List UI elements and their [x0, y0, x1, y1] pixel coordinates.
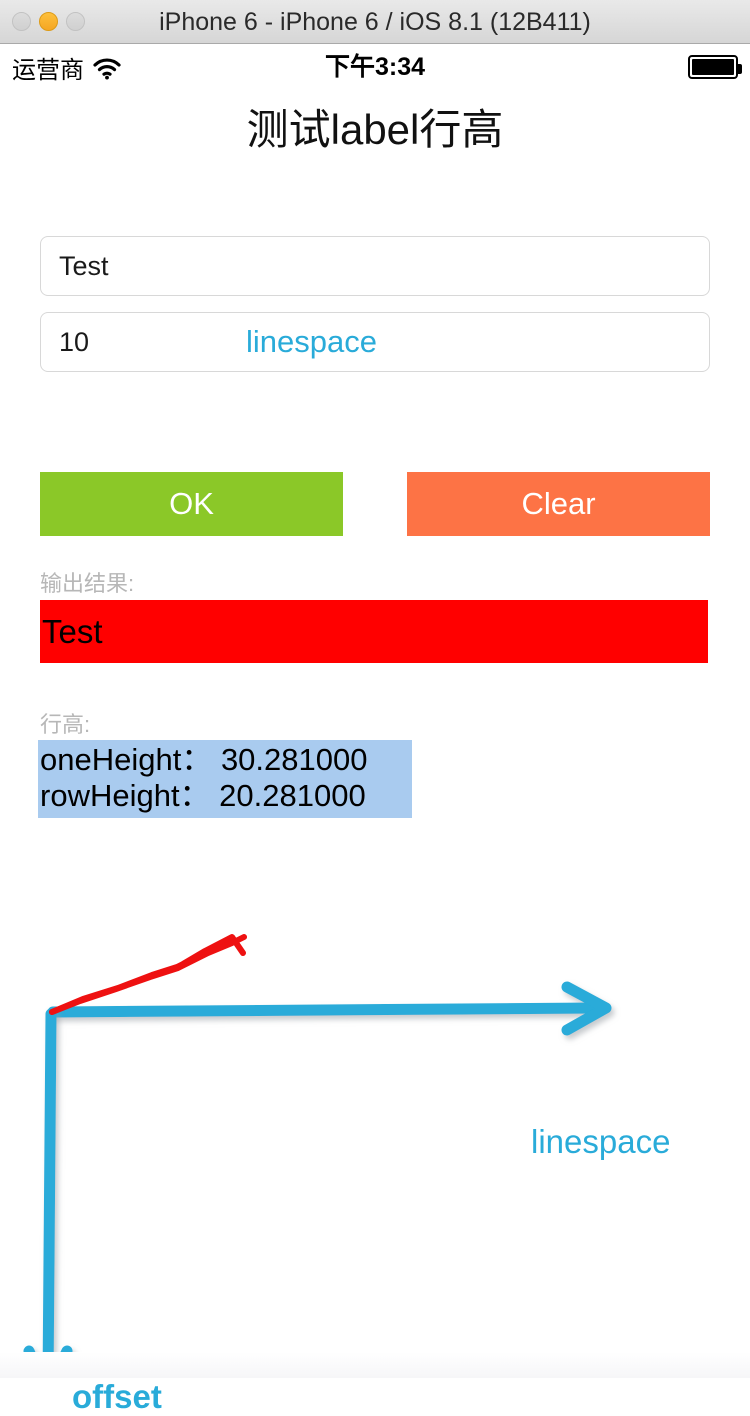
offset-arrow-label: offset	[72, 1378, 162, 1415]
battery-cap	[738, 64, 742, 74]
output-result-box: Test	[40, 600, 708, 663]
minimize-button[interactable]	[39, 12, 58, 31]
battery-fill	[692, 59, 734, 75]
window-titlebar: iPhone 6 - iPhone 6 / iOS 8.1 (12B411)	[0, 0, 750, 44]
linespace-field-label: linespace	[246, 324, 377, 359]
output-result-text: Test	[42, 612, 103, 650]
offset-arrow-icon	[23, 1008, 73, 1378]
page-bottom-fade	[0, 1352, 750, 1378]
app-content: 测试label行高 Test 10 linespace OK Clear 输出结…	[0, 90, 750, 1415]
status-bar-time: 下午3:34	[324, 53, 426, 81]
line-height-row: oneHeight： 30.281000	[40, 742, 368, 777]
output-caption: 输出结果:	[40, 571, 135, 596]
freehand-red-line	[49, 934, 247, 1015]
linespace-input-field[interactable]: 10 linespace	[40, 312, 710, 372]
linespace-arrow-label: linespace	[531, 1123, 671, 1160]
text-input-value[interactable]: Test	[41, 251, 109, 282]
window-title: iPhone 6 - iPhone 6 / iOS 8.1 (12B411)	[159, 7, 591, 36]
line-height-box: oneHeight： 30.281000 rowHeight： 20.28100…	[38, 740, 412, 818]
status-bar-right	[688, 44, 742, 90]
linespace-input-value[interactable]: 10	[41, 327, 89, 358]
line-height-row: rowHeight： 20.281000	[40, 778, 366, 813]
line-height-caption: 行高:	[40, 712, 91, 737]
ios-status-bar: 运营商 下午3:34	[0, 44, 750, 90]
text-input-field[interactable]: Test	[40, 236, 710, 296]
clear-button[interactable]: Clear	[407, 472, 710, 536]
page-title: 测试label行高	[246, 106, 504, 153]
freehand-red-line	[49, 934, 246, 1015]
zoom-button[interactable]	[66, 12, 85, 31]
traffic-lights	[12, 12, 85, 31]
close-button[interactable]	[12, 12, 31, 31]
ok-button[interactable]: OK	[40, 472, 343, 536]
battery-icon	[688, 55, 742, 79]
linespace-arrow-icon	[47, 981, 612, 1036]
clear-button-label: Clear	[521, 486, 596, 521]
ok-button-label: OK	[169, 486, 214, 521]
